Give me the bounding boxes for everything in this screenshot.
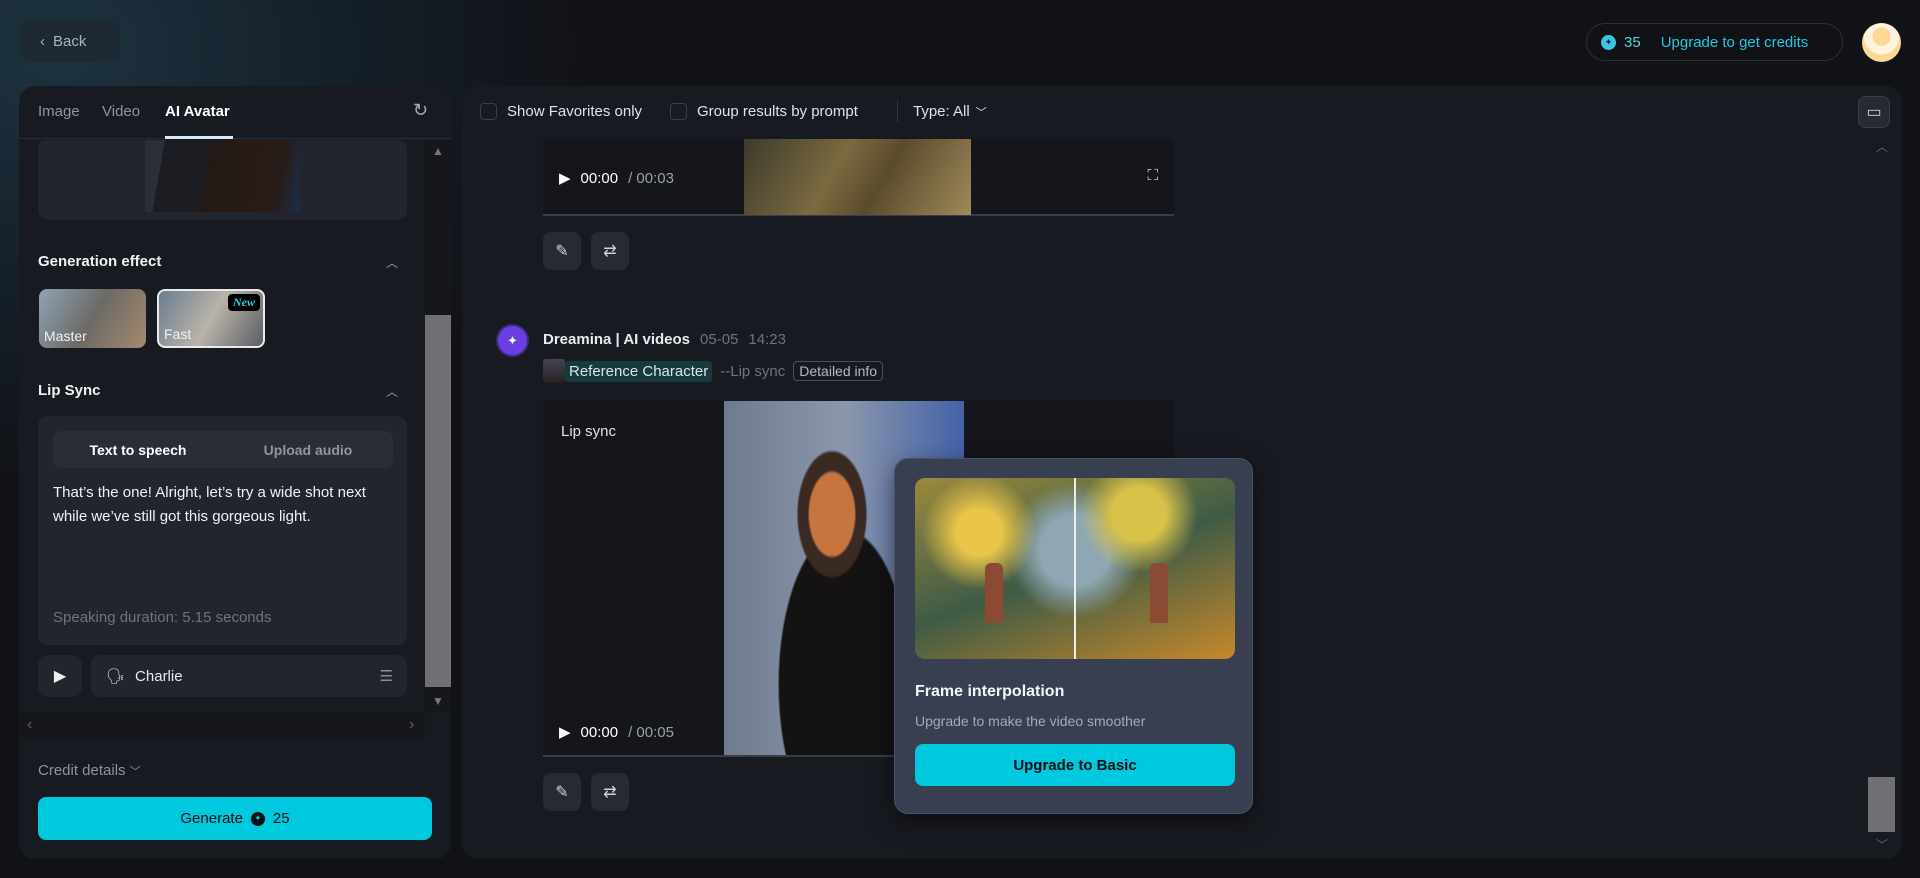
scroll-up-icon[interactable]: ▲ xyxy=(432,144,444,158)
play-icon[interactable]: ▶ xyxy=(559,169,571,187)
regenerate-button[interactable]: ⇄ xyxy=(591,232,629,270)
popover-subtitle: Upgrade to make the video smoother xyxy=(915,713,1146,729)
user-avatar[interactable] xyxy=(1862,23,1901,62)
favorites-checkbox[interactable] xyxy=(480,103,497,120)
scroll-left-icon[interactable]: ‹ xyxy=(27,716,32,734)
voice-select[interactable]: 🗣 Charlie ☰ xyxy=(91,655,407,697)
character-image xyxy=(145,140,300,212)
entry-time: 14:23 xyxy=(748,331,786,348)
scrollbar-thumb[interactable] xyxy=(425,315,451,687)
entry-date: 05-05 xyxy=(700,331,739,348)
toolbar-divider xyxy=(897,100,898,122)
mode-upload-audio[interactable]: Upload audio xyxy=(223,442,393,458)
folder-icon: ▭ xyxy=(1866,104,1882,121)
scrollbar-thumb[interactable] xyxy=(1868,777,1895,832)
results-feed: ▶ 00:00/ 00:03 ⛶ ✎ ⇄ ✦ Dreamina | AI vide… xyxy=(462,139,1862,859)
interpolation-preview xyxy=(915,478,1235,659)
giraffe-figure xyxy=(1150,563,1168,623)
giraffe-figure xyxy=(985,563,1003,623)
dreamina-logo-icon: ✦ xyxy=(498,326,527,355)
popover-title: Frame interpolation xyxy=(915,683,1065,700)
credits-pill[interactable]: ✦ 35 Upgrade to get credits xyxy=(1586,23,1843,61)
regenerate-button[interactable]: ⇄ xyxy=(591,773,629,811)
results-scrollbar[interactable]: ︿ ﹀ xyxy=(1868,136,1895,856)
type-filter-dropdown[interactable]: Type: All ﹀ xyxy=(913,103,987,120)
frame-interpolation-popover: Frame interpolation Upgrade to make the … xyxy=(894,458,1253,814)
favorites-filter[interactable]: Show Favorites only xyxy=(480,103,642,120)
vertical-scrollbar[interactable]: ▲ ▼ xyxy=(425,140,451,712)
effect-option-master[interactable]: Master xyxy=(39,289,146,348)
credit-coin-icon: ✦ xyxy=(250,811,265,826)
new-badge: New xyxy=(228,294,260,311)
scroll-down-icon[interactable]: ▼ xyxy=(432,694,444,708)
effect-option-fast[interactable]: Fast New xyxy=(157,289,265,348)
lip-sync-heading: Lip Sync xyxy=(38,382,101,399)
mode-tabs: Image Video AI Avatar ↻ xyxy=(19,86,451,139)
entry-title: Dreamina | AI videos xyxy=(543,331,691,348)
pencil-icon: ✎ xyxy=(555,784,569,801)
speaking-duration: Speaking duration: 5.15 seconds xyxy=(53,609,272,626)
edit-button[interactable]: ✎ xyxy=(543,232,581,270)
video-time: ▶ 00:00/ 00:05 xyxy=(559,723,674,742)
character-card[interactable] xyxy=(38,140,407,220)
speech-text-input[interactable]: That’s the one! Alright, let’s try a wid… xyxy=(53,481,383,529)
scroll-down-icon[interactable]: ﹀ xyxy=(1876,836,1888,853)
settings-scroll-area: Generation effect ︿ Master Fast New Lip … xyxy=(19,140,425,712)
reference-character-tag[interactable]: Reference Character xyxy=(565,360,713,382)
tab-video[interactable]: Video xyxy=(102,103,140,120)
reference-thumbnail xyxy=(543,359,565,383)
mode-text-to-speech[interactable]: Text to speech xyxy=(53,442,223,458)
pencil-icon: ✎ xyxy=(555,243,569,260)
repeat-icon: ⇄ xyxy=(603,784,617,801)
results-panel: Show Favorites only Group results by pro… xyxy=(462,86,1902,859)
folder-button[interactable]: ▭ xyxy=(1858,96,1890,128)
compare-divider xyxy=(1074,478,1076,659)
fullscreen-icon[interactable]: ⛶ xyxy=(1147,167,1158,184)
video-thumbnail xyxy=(744,139,971,215)
generate-button[interactable]: Generate ✦ 25 xyxy=(38,797,432,840)
upgrade-link[interactable]: Upgrade to get credits xyxy=(1661,34,1809,51)
scroll-up-icon[interactable]: ︿ xyxy=(1876,138,1888,155)
chevron-down-icon: ﹀ xyxy=(975,106,987,119)
entry-header: Dreamina | AI videos 05-05 14:23 xyxy=(543,331,786,348)
active-tab-indicator xyxy=(165,136,233,139)
generation-effect-heading: Generation effect xyxy=(38,253,162,270)
voice-icon: 🗣 xyxy=(106,668,126,685)
group-filter[interactable]: Group results by prompt xyxy=(670,103,858,120)
upgrade-to-basic-button[interactable]: Upgrade to Basic xyxy=(915,744,1235,786)
chevron-left-icon: ‹ xyxy=(40,32,45,50)
group-checkbox[interactable] xyxy=(670,103,687,120)
back-button[interactable]: ‹ Back xyxy=(20,20,120,62)
chevron-up-icon[interactable]: ︿ xyxy=(386,254,398,271)
edit-button[interactable]: ✎ xyxy=(543,773,581,811)
left-panel: Image Video AI Avatar ↻ Generation effec… xyxy=(19,86,451,859)
repeat-icon: ⇄ xyxy=(603,243,617,260)
entry-meta: Reference Character --Lip sync Detailed … xyxy=(543,359,884,383)
mode-label: --Lip sync xyxy=(720,362,786,380)
horizontal-scrollbar[interactable]: ‹ › xyxy=(19,712,425,738)
chevron-up-icon[interactable]: ︿ xyxy=(386,383,398,400)
play-icon: ▶ xyxy=(53,668,67,685)
scroll-right-icon[interactable]: › xyxy=(409,716,414,734)
settings-sliders-icon[interactable]: ☰ xyxy=(380,667,393,685)
detailed-info-button[interactable]: Detailed info xyxy=(793,361,884,381)
tab-ai-avatar[interactable]: AI Avatar xyxy=(165,103,230,120)
credit-coin-icon: ✦ xyxy=(1601,34,1616,50)
play-icon[interactable]: ▶ xyxy=(559,723,571,741)
audio-mode-toggle: Text to speech Upload audio xyxy=(53,431,393,468)
tab-image[interactable]: Image xyxy=(38,103,80,120)
chevron-down-icon: ﹀ xyxy=(129,766,141,778)
video-label: Lip sync xyxy=(561,423,617,440)
credit-count: 35 xyxy=(1624,33,1641,51)
lip-sync-card: Text to speech Upload audio That’s the o… xyxy=(38,416,407,645)
reset-icon[interactable]: ↻ xyxy=(413,100,428,121)
video-time: ▶ 00:00/ 00:03 xyxy=(559,169,674,188)
play-voice-button[interactable]: ▶ xyxy=(38,655,82,697)
video-result-1[interactable]: ▶ 00:00/ 00:03 ⛶ xyxy=(543,139,1174,216)
credit-details-toggle[interactable]: Credit details ﹀ xyxy=(38,762,141,779)
